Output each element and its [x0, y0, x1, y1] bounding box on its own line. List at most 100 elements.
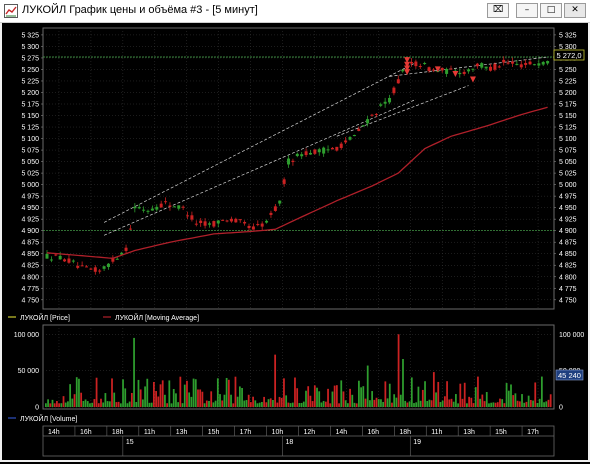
candle-body: [45, 253, 49, 259]
restore-extra-button[interactable]: ⌧: [487, 3, 509, 18]
candle-body: [528, 61, 532, 65]
volume-bar: [168, 380, 171, 407]
candle-body: [89, 268, 93, 270]
volume-bar: [214, 400, 217, 407]
candle-body: [194, 223, 198, 225]
price-tick-label: 4 925: [21, 217, 39, 224]
hour-label: 10h: [272, 429, 284, 436]
volume-bar: [474, 387, 477, 407]
volume-bar: [496, 402, 499, 407]
candle-body: [344, 140, 348, 143]
volume-bar: [424, 381, 426, 407]
candle-body: [225, 220, 229, 222]
candle-body: [484, 66, 488, 69]
volume-bar: [192, 378, 195, 407]
candle-body: [150, 208, 154, 211]
volume-bar: [238, 386, 241, 407]
candle-body: [462, 71, 466, 74]
candle-body: [379, 104, 383, 106]
maximize-button[interactable]: □: [540, 3, 562, 18]
volume-bar: [485, 392, 488, 407]
volume-bar: [362, 386, 365, 407]
candle-body: [181, 206, 185, 208]
date-label: 15: [126, 439, 134, 446]
volume-bar: [417, 386, 420, 407]
candle-body: [238, 219, 242, 221]
candle-body: [142, 209, 146, 211]
volume-tick-label: 100 000: [14, 332, 39, 339]
volume-bar: [296, 388, 299, 407]
price-tick-label: 4 925: [559, 217, 577, 224]
price-tick-label: 5 200: [21, 90, 39, 97]
volume-bar: [514, 393, 517, 407]
candle-body: [186, 215, 190, 217]
volume-bar: [351, 394, 354, 407]
volume-bar: [130, 392, 133, 407]
volume-bar: [177, 402, 180, 407]
price-axis-left: 5 325 5 300 5 275 5 250 5 225 5 200 5 175 5 150…: [21, 32, 43, 304]
volume-bar: [523, 402, 526, 407]
volume-bar: [311, 401, 314, 407]
volume-bar: [410, 377, 413, 407]
candle-body: [515, 63, 519, 65]
candle-body: [159, 203, 163, 208]
volume-bar: [183, 384, 186, 407]
candle-body: [190, 215, 194, 220]
volume-bar: [450, 398, 453, 407]
candle-body: [234, 218, 238, 223]
candle-body: [339, 143, 343, 148]
close-button[interactable]: ✕: [564, 3, 586, 18]
price-plot-frame: [42, 27, 555, 310]
candle-body: [98, 270, 102, 272]
candle-body: [269, 212, 273, 215]
title-bar[interactable]: ЛУКОЙЛ График цены и объёма #3 - [5 мину…: [0, 0, 590, 23]
price-tick-label: 5 175: [21, 102, 39, 109]
volume-bar: [108, 401, 111, 407]
volume-bar: [289, 403, 292, 407]
candle-body: [247, 225, 251, 229]
candle-body: [330, 147, 334, 150]
candle-body: [67, 258, 71, 263]
volume-bar: [208, 400, 210, 407]
candle-body: [137, 207, 141, 209]
volume-bar: [309, 395, 312, 407]
volume-legend: ЛУКОЙЛ [Volume]: [2, 410, 588, 424]
minimize-button[interactable]: –: [516, 3, 538, 18]
candle-body: [475, 63, 479, 67]
volume-bar: [377, 399, 380, 407]
volume-bar: [225, 377, 228, 407]
volume-bar: [466, 403, 468, 407]
volume-bar: [265, 402, 268, 407]
price-tick-label: 5 200: [559, 90, 577, 97]
volume-bar: [344, 400, 347, 407]
volume-bar: [413, 403, 415, 407]
candle-body: [128, 228, 132, 230]
volume-bar: [503, 403, 506, 407]
candle-body: [203, 221, 207, 226]
candle-body: [295, 153, 299, 157]
price-tick-label: 4 975: [559, 194, 577, 201]
candle-body: [524, 62, 528, 65]
volume-bar: [521, 394, 523, 407]
chart-area[interactable]: 5 325 5 300 5 275 5 250 5 225 5 200 5 175 5 150…: [2, 23, 588, 460]
volume-bar: [426, 401, 429, 407]
volume-bar: [428, 399, 431, 407]
volume-bar: [338, 403, 340, 407]
candle-body: [431, 69, 435, 71]
time-axis[interactable]: 14h 16h 18h 11h 13h 15h 17h 10h 12h 14h 16h 18h 11h 1…: [42, 425, 555, 457]
candle-body: [361, 125, 365, 127]
volume-bar: [492, 402, 495, 407]
volume-bar: [146, 378, 149, 407]
volume-bar: [285, 395, 288, 407]
volume-bar: [280, 397, 283, 407]
candle-body: [85, 266, 89, 268]
candle-body: [251, 226, 255, 230]
volume-bar: [241, 387, 243, 407]
volume-bar: [89, 403, 91, 407]
candle-body: [427, 67, 431, 72]
volume-bar: [126, 403, 129, 407]
volume-bar: [419, 400, 422, 407]
candle-body: [199, 220, 203, 224]
price-tick-label: 4 825: [21, 263, 39, 270]
volume-bar: [540, 376, 543, 407]
